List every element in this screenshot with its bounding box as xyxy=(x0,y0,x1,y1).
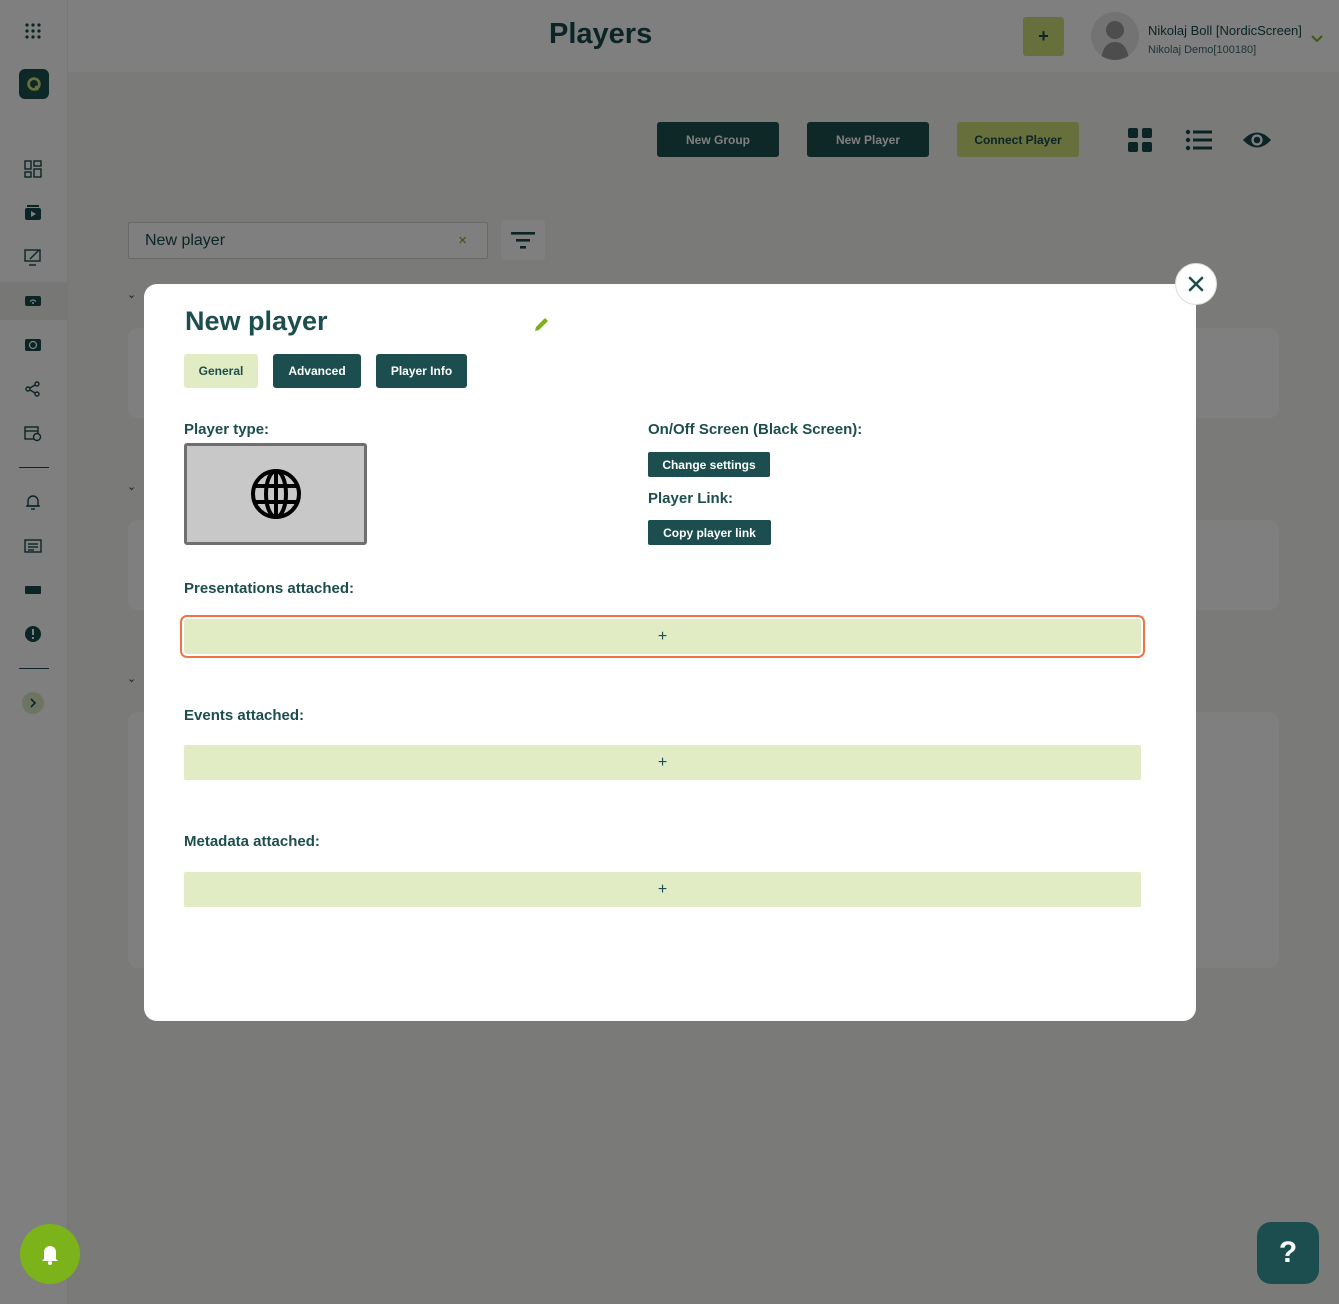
tab-player-info[interactable]: Player Info xyxy=(376,354,467,388)
add-presentation-button[interactable]: + xyxy=(180,615,1145,658)
onoff-screen-label: On/Off Screen (Black Screen): xyxy=(648,421,863,438)
globe-icon xyxy=(250,469,301,519)
notification-bell-icon[interactable] xyxy=(20,1224,80,1284)
help-button[interactable]: ? xyxy=(1257,1222,1319,1284)
pencil-icon[interactable] xyxy=(533,315,551,333)
player-link-label: Player Link: xyxy=(648,490,734,507)
tab-general[interactable]: General xyxy=(184,354,258,388)
player-type-label: Player type: xyxy=(184,421,270,438)
player-type-selector[interactable] xyxy=(184,443,367,545)
new-player-modal: New player General Advanced Player Info … xyxy=(144,284,1196,1021)
add-metadata-button[interactable]: + xyxy=(184,872,1141,907)
tab-advanced[interactable]: Advanced xyxy=(273,354,361,388)
modal-title: New player xyxy=(185,306,328,336)
add-event-button[interactable]: + xyxy=(184,745,1141,780)
copy-player-link-button[interactable]: Copy player link xyxy=(648,520,771,545)
events-label: Events attached: xyxy=(184,707,305,724)
metadata-label: Metadata attached: xyxy=(184,833,320,850)
close-icon[interactable] xyxy=(1175,263,1217,305)
presentations-label: Presentations attached: xyxy=(184,580,355,597)
change-settings-button[interactable]: Change settings xyxy=(648,452,770,477)
